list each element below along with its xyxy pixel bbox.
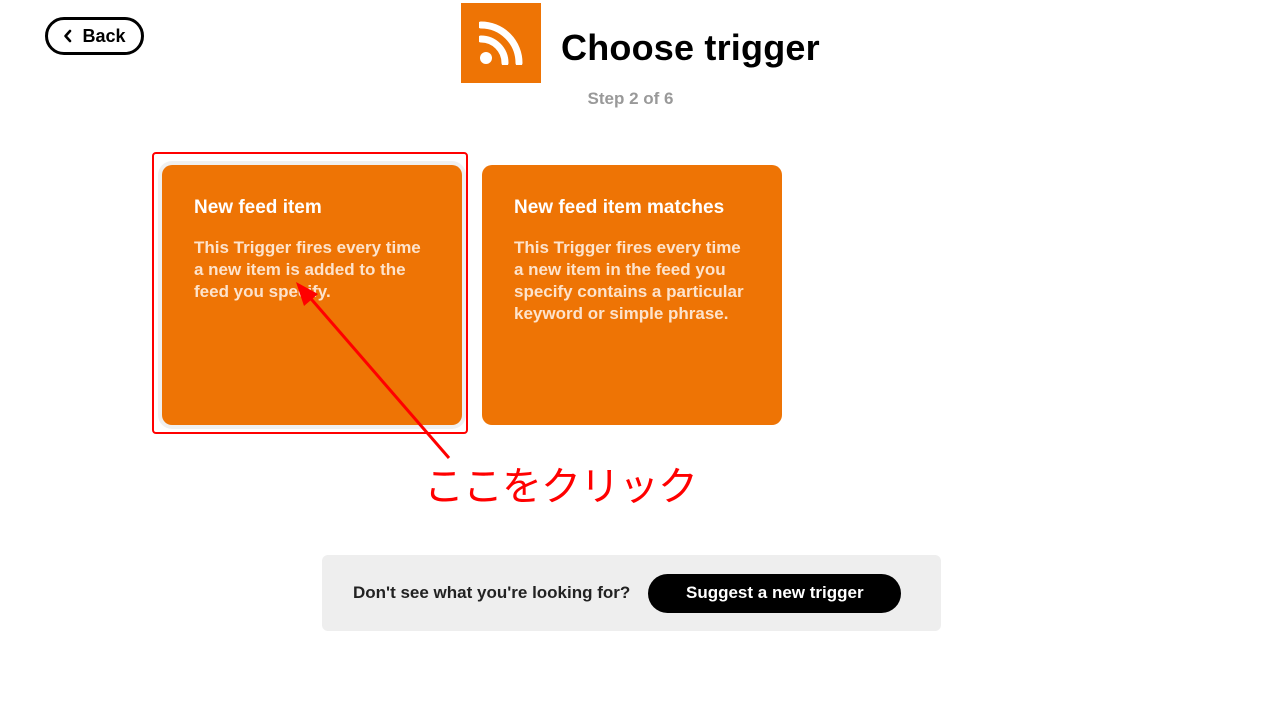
chevron-left-icon bbox=[63, 29, 73, 43]
suggest-trigger-button[interactable]: Suggest a new trigger bbox=[648, 573, 902, 613]
trigger-card-title: New feed item bbox=[194, 197, 322, 218]
trigger-card-new-feed-item-matches[interactable]: New feed item matches This Trigger fires… bbox=[482, 165, 782, 425]
trigger-card-description: This Trigger fires every time a new item… bbox=[194, 238, 421, 301]
rss-feed-icon bbox=[461, 3, 541, 83]
trigger-card-new-feed-item[interactable]: New feed item This Trigger fires every t… bbox=[162, 165, 462, 425]
annotation-label: ここをクリック bbox=[424, 464, 698, 510]
back-button-label: Back bbox=[82, 25, 126, 46]
suggest-prompt: Don't see what you're looking for? bbox=[353, 583, 631, 602]
step-indicator: Step 2 of 6 bbox=[587, 89, 674, 108]
back-button[interactable]: Back bbox=[45, 17, 144, 55]
page-title: Choose trigger bbox=[561, 27, 820, 68]
suggest-bar: Don't see what you're looking for? Sugge… bbox=[322, 555, 941, 631]
trigger-card-description: This Trigger fires every time a new item… bbox=[514, 238, 744, 323]
trigger-card-title: New feed item matches bbox=[514, 197, 725, 218]
